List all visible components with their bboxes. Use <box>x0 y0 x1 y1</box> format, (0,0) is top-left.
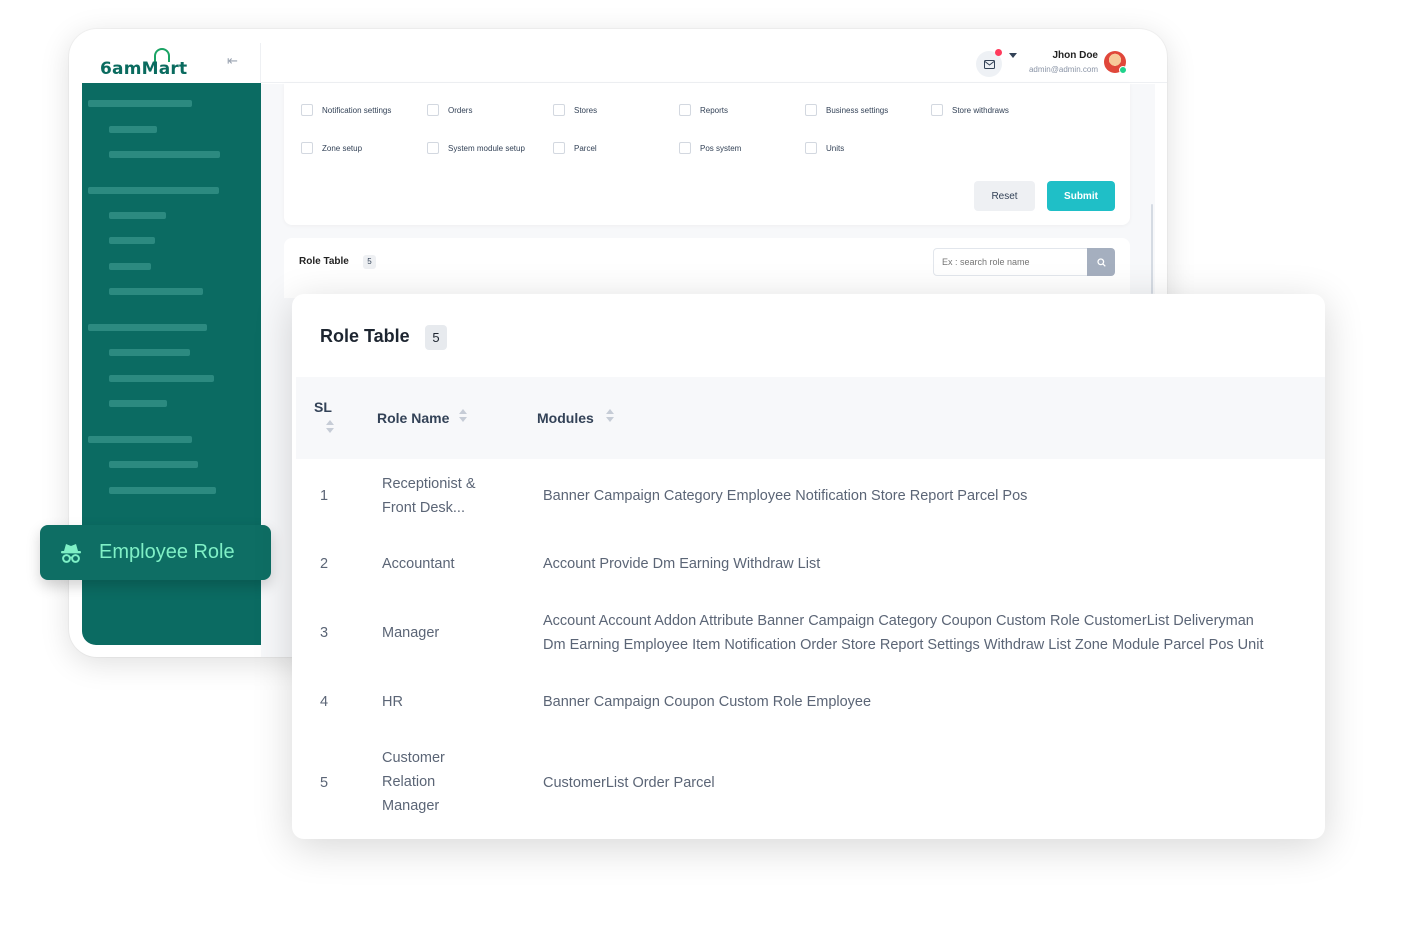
permission-label: Zone setup <box>322 143 363 153</box>
permission-checkbox[interactable]: Notification settings <box>301 104 391 116</box>
employee-role-label: Employee Role <box>99 541 235 563</box>
divider <box>260 43 261 83</box>
permission-label: Notification settings <box>322 105 392 115</box>
permission-checkbox[interactable]: System module setup <box>427 142 525 154</box>
user-email: admin@admin.com <box>1028 65 1098 74</box>
permission-label: Parcel <box>574 143 597 153</box>
sidebar-item-placeholder[interactable] <box>109 375 214 382</box>
row-modules: CustomerList Order Parcel <box>543 775 715 791</box>
checkbox[interactable] <box>679 104 691 116</box>
table-row[interactable]: 4 HR Banner Campaign Coupon Custom Role … <box>292 690 1325 714</box>
table-row[interactable]: 5 Customer Relation Manager CustomerList… <box>292 746 1325 818</box>
permissions-card: Notification settings Orders Stores Repo… <box>284 83 1130 225</box>
permission-checkbox[interactable]: Orders <box>427 104 472 116</box>
role-count-badge: 5 <box>363 255 376 269</box>
user-name[interactable]: Jhon Doe <box>1052 50 1098 61</box>
sidebar-section-placeholder <box>88 187 219 194</box>
sidebar-item-placeholder[interactable] <box>109 263 151 270</box>
sidebar-item-placeholder[interactable] <box>109 288 203 295</box>
row-role-name: Manager <box>382 625 440 641</box>
search-role-input[interactable] <box>933 248 1088 276</box>
sort-icon[interactable] <box>606 409 614 423</box>
permission-label: Stores <box>574 105 598 115</box>
collapse-icon[interactable]: ⇤ <box>227 53 238 69</box>
role-table-header-card: Role Table 5 <box>284 238 1130 298</box>
column-header-role-name[interactable]: Role Name <box>377 410 449 426</box>
permission-label: Orders <box>448 105 473 115</box>
checkbox[interactable] <box>301 104 313 116</box>
online-status-dot <box>1119 66 1127 74</box>
permission-checkbox[interactable]: Business settings <box>805 104 888 116</box>
row-modules: Banner Campaign Coupon Custom Role Emplo… <box>543 694 872 710</box>
permission-checkbox[interactable]: Stores <box>553 104 597 116</box>
permission-label: Business settings <box>826 105 889 115</box>
checkbox[interactable] <box>427 142 439 154</box>
permission-label: System module setup <box>448 143 525 153</box>
caret-down-icon[interactable] <box>1009 53 1017 58</box>
column-header-modules[interactable]: Modules <box>537 410 594 426</box>
checkbox[interactable] <box>805 104 817 116</box>
table-row[interactable]: 1 Receptionist & Front Desk... Banner Ca… <box>292 474 1325 530</box>
row-modules: Account Account Addon Attribute Banner C… <box>543 613 1264 653</box>
permission-label: Store withdraws <box>952 105 1009 115</box>
table-row[interactable]: 3 Manager Account Account Addon Attribut… <box>292 609 1325 659</box>
row-sl: 5 <box>320 775 329 791</box>
sidebar-item-placeholder[interactable] <box>109 126 157 133</box>
permission-checkbox[interactable]: Zone setup <box>301 142 362 154</box>
checkbox[interactable] <box>301 142 313 154</box>
sidebar-item-placeholder[interactable] <box>109 487 216 494</box>
sidebar-item-placeholder[interactable] <box>109 349 190 356</box>
checkbox[interactable] <box>931 104 943 116</box>
sidebar-item-placeholder[interactable] <box>109 151 220 158</box>
sort-icon[interactable] <box>326 420 334 434</box>
sidebar-item-placeholder[interactable] <box>109 400 167 407</box>
row-modules: Account Provide Dm Earning Withdraw List <box>543 556 821 572</box>
notification-dot <box>995 49 1002 56</box>
role-table-title: Role Table <box>299 256 349 267</box>
role-table-card: Role Table 5 SL Role Name Modules 1 Rece… <box>292 294 1325 839</box>
reset-button[interactable]: Reset <box>974 181 1035 211</box>
employee-role-chip[interactable]: Employee Role <box>40 525 271 580</box>
role-count-badge: 5 <box>425 325 447 350</box>
sort-icon[interactable] <box>459 409 467 423</box>
row-sl: 1 <box>320 488 329 504</box>
sidebar-item-placeholder[interactable] <box>109 461 198 468</box>
checkbox[interactable] <box>553 142 565 154</box>
scrollbar[interactable] <box>1151 204 1153 294</box>
permission-checkbox[interactable]: Parcel <box>553 142 597 154</box>
logo-text: 6amMart <box>100 59 188 79</box>
permission-label: Pos system <box>700 143 742 153</box>
checkbox[interactable] <box>679 142 691 154</box>
permission-label: Reports <box>700 105 729 115</box>
sidebar-section-placeholder <box>88 100 192 107</box>
column-header-sl[interactable]: SL <box>314 399 332 415</box>
row-role-name: Accountant <box>382 556 455 572</box>
row-modules: Banner Campaign Category Employee Notifi… <box>543 488 1028 504</box>
permission-checkbox[interactable]: Units <box>805 142 844 154</box>
row-sl: 3 <box>320 625 329 641</box>
table-row[interactable]: 2 Accountant Account Provide Dm Earning … <box>292 552 1325 576</box>
search-icon[interactable] <box>1087 248 1115 276</box>
row-role-name: HR <box>382 694 403 710</box>
permission-checkbox[interactable]: Pos system <box>679 142 741 154</box>
top-header <box>261 29 1167 83</box>
row-role-name: Customer Relation Manager <box>382 750 445 814</box>
row-role-name: Receptionist & Front Desk... <box>382 476 476 516</box>
role-table-title: Role Table <box>320 326 410 346</box>
submit-button[interactable]: Submit <box>1047 181 1115 211</box>
permission-checkbox[interactable]: Store withdraws <box>931 104 1009 116</box>
table-header: SL Role Name Modules <box>296 377 1325 459</box>
spy-icon <box>61 543 81 563</box>
checkbox[interactable] <box>427 104 439 116</box>
permission-label: Units <box>826 143 845 153</box>
row-sl: 4 <box>320 694 329 710</box>
sidebar-item-placeholder[interactable] <box>109 212 166 219</box>
row-sl: 2 <box>320 556 329 572</box>
checkbox[interactable] <box>805 142 817 154</box>
sidebar-item-placeholder[interactable] <box>109 237 155 244</box>
sidebar-section-placeholder <box>88 436 192 443</box>
checkbox[interactable] <box>553 104 565 116</box>
permission-checkbox[interactable]: Reports <box>679 104 728 116</box>
sidebar-section-placeholder <box>88 324 207 331</box>
